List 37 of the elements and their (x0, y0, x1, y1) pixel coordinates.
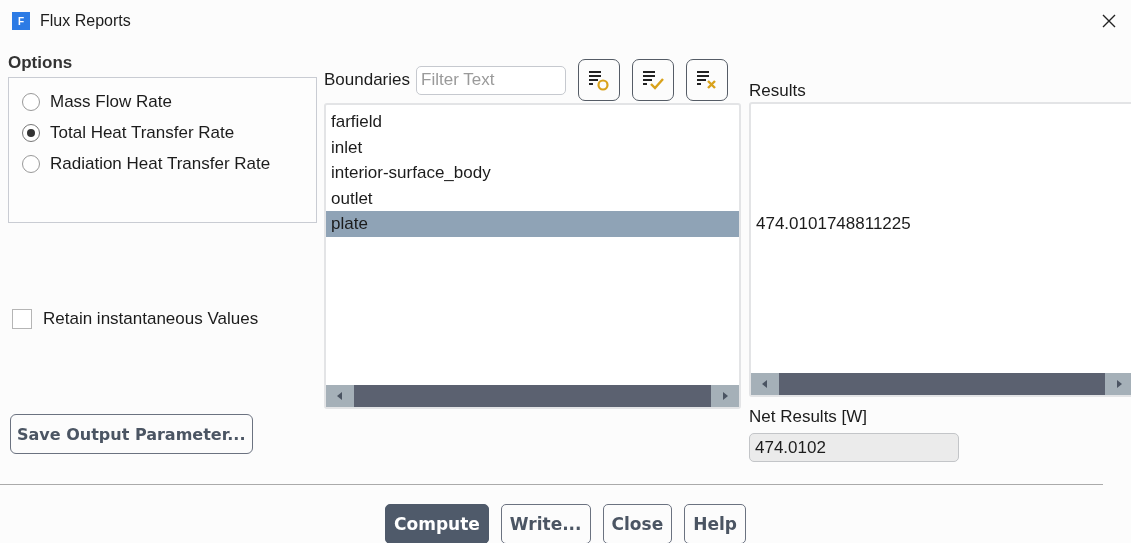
dialog-button[interactable]: Close (602, 504, 673, 543)
radio-option[interactable]: Mass Flow Rate (9, 86, 316, 117)
boundary-item[interactable]: outlet (326, 185, 739, 212)
scroll-right-icon[interactable] (1114, 379, 1124, 389)
boundary-item[interactable]: farfield (326, 109, 739, 135)
app-logo-icon: F (12, 12, 30, 30)
dialog-button[interactable]: Help (684, 504, 746, 543)
scroll-left-icon[interactable] (760, 379, 770, 389)
radio-indicator[interactable] (22, 123, 40, 142)
boundary-item[interactable]: plate (326, 211, 739, 237)
select-all-button[interactable] (632, 59, 674, 101)
horizontal-scrollbar[interactable] (751, 373, 1131, 395)
net-results-label: Net Results [W] (749, 407, 869, 427)
save-output-parameter-button[interactable]: Save Output Parameter... (10, 414, 253, 454)
horizontal-scrollbar[interactable] (326, 385, 739, 407)
net-results-field: 474.0102 (749, 433, 959, 462)
scroll-right-icon[interactable] (720, 391, 730, 401)
retain-checkbox[interactable]: Retain instantaneous Values (8, 309, 259, 329)
radio-option[interactable]: Total Heat Transfer Rate (9, 117, 316, 148)
boundaries-label: Boundaries (324, 70, 410, 90)
close-icon[interactable] (1101, 13, 1117, 29)
select-none-button[interactable] (578, 59, 620, 101)
filter-field[interactable]: Filter Text (416, 65, 566, 95)
radio-indicator[interactable] (22, 92, 40, 111)
radio-option[interactable]: Radiation Heat Transfer Rate (9, 148, 316, 179)
options-label: Options (8, 53, 74, 74)
result-value: 474.0101748811225 (756, 213, 911, 233)
scroll-left-icon[interactable] (335, 391, 345, 401)
window-title: Flux Reports (40, 12, 131, 30)
dialog-button[interactable]: Write... (500, 504, 591, 543)
boundary-item[interactable]: inlet (326, 134, 739, 161)
checkbox-indicator[interactable] (12, 309, 32, 329)
radio-indicator[interactable] (22, 154, 40, 173)
deselect-button[interactable] (686, 59, 728, 101)
results-label: Results (749, 81, 807, 102)
dialog-button[interactable]: Compute (385, 504, 489, 543)
boundary-item[interactable]: interior-surface_body (326, 160, 739, 186)
